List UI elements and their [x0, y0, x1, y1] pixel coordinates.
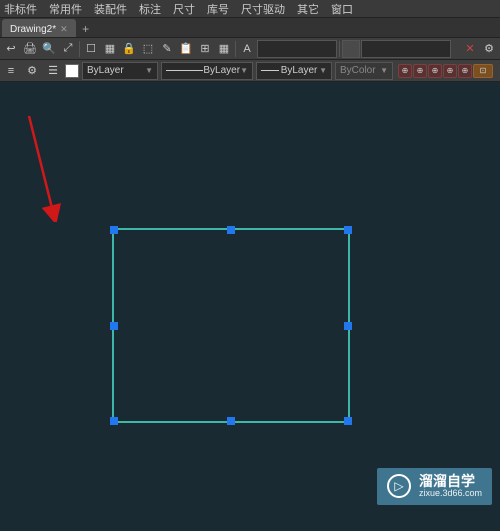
chevron-down-icon: ▼ — [319, 66, 327, 75]
paste-icon[interactable]: 📋 — [177, 40, 195, 58]
menu-item-dimdrive[interactable]: 尺寸驱动 — [241, 1, 285, 17]
watermark-title: 溜溜自学 — [419, 474, 482, 489]
tab-label: Drawing2* — [10, 24, 56, 35]
menu-item-other[interactable]: 其它 — [297, 1, 319, 17]
grip-top-right[interactable] — [344, 226, 352, 234]
add-tab-button[interactable]: + — [78, 21, 94, 37]
layer-states-icon[interactable]: ☰ — [44, 62, 62, 80]
watermark-badge: ▷ 溜溜自学 zixue.3d66.com — [377, 468, 492, 505]
grip-bottom-right[interactable] — [344, 417, 352, 425]
grip-top-mid[interactable] — [227, 226, 235, 234]
grip-mid-right[interactable] — [344, 322, 352, 330]
close-tool-icon[interactable]: ✕ — [461, 40, 479, 58]
menu-item-annotate[interactable]: 标注 — [139, 1, 161, 17]
layout-icon[interactable]: ▦ — [215, 40, 233, 58]
drawing-canvas[interactable]: ▷ 溜溜自学 zixue.3d66.com — [0, 82, 500, 531]
selected-rectangle[interactable] — [112, 228, 350, 423]
layer-dropdown[interactable]: ByLayer ▼ — [82, 62, 158, 80]
layer-props-icon[interactable]: ⚙ — [23, 62, 41, 80]
layer-list-icon[interactable]: ≡ — [2, 62, 20, 80]
text-tool-icon[interactable]: A — [238, 40, 256, 58]
chevron-down-icon: ▼ — [145, 66, 153, 75]
menu-item-window[interactable]: 窗口 — [331, 1, 353, 17]
grip-bottom-mid[interactable] — [227, 417, 235, 425]
select-icon[interactable]: ⬚ — [139, 40, 157, 58]
lock-icon[interactable]: 🔒 — [120, 40, 138, 58]
annotation-arrow — [25, 112, 65, 222]
main-toolbar: ↩ 🖨 🔍 ⤢ ☐ ▦ 🔒 ⬚ ✎ 📋 ⊞ ▦ A ✕ ⚙ — [0, 38, 500, 60]
separator — [235, 41, 236, 57]
table-icon[interactable]: ⊞ — [196, 40, 214, 58]
linetype-dropdown[interactable]: ByLayer ▼ — [161, 62, 253, 80]
grid-icon[interactable]: ▦ — [101, 40, 119, 58]
status-toggle-1[interactable]: ⊕ — [398, 64, 412, 78]
lineweight-preview — [261, 70, 279, 71]
menu-item-library[interactable]: 库号 — [207, 1, 229, 17]
grip-top-left[interactable] — [110, 226, 118, 234]
lineweight-dropdown[interactable]: ByLayer ▼ — [256, 62, 332, 80]
window-icon[interactable]: ☐ — [82, 40, 100, 58]
settings-icon[interactable]: ⚙ — [480, 40, 498, 58]
pan-icon[interactable]: ⤢ — [59, 40, 77, 58]
chevron-down-icon: ▼ — [380, 66, 388, 75]
menu-item-assembly[interactable]: 装配件 — [94, 1, 127, 17]
dim-style-input[interactable] — [361, 40, 451, 58]
status-toggle-2[interactable]: ⊕ — [413, 64, 427, 78]
menu-bar: 非标件 常用件 装配件 标注 尺寸 库号 尺寸驱动 其它 窗口 — [0, 0, 500, 18]
status-toggle-end[interactable]: ⊡ — [473, 64, 493, 78]
separator — [339, 41, 340, 57]
status-toggle-4[interactable]: ⊕ — [443, 64, 457, 78]
print-icon[interactable]: 🖨 — [21, 40, 39, 58]
menu-item-dimension[interactable]: 尺寸 — [173, 1, 195, 17]
grip-mid-left[interactable] — [110, 322, 118, 330]
play-icon: ▷ — [387, 474, 411, 498]
close-icon[interactable]: ✕ — [60, 24, 68, 35]
layer-dropdown-value: ByLayer — [87, 65, 124, 76]
properties-toolbar: ≡ ⚙ ☰ ByLayer ▼ ByLayer ▼ ByLayer ▼ ByCo… — [0, 60, 500, 82]
lineweight-dropdown-value: ByLayer — [281, 65, 318, 76]
text-style-input[interactable] — [257, 40, 337, 58]
status-toggle-group: ⊕ ⊕ ⊕ ⊕ ⊕ ⊡ — [398, 64, 493, 78]
status-toggle-3[interactable]: ⊕ — [428, 64, 442, 78]
undo-icon[interactable]: ↩ — [2, 40, 20, 58]
watermark-url: zixue.3d66.com — [419, 489, 482, 499]
plotstyle-dropdown[interactable]: ByColor ▼ — [335, 62, 393, 80]
zoom-icon[interactable]: 🔍 — [40, 40, 58, 58]
color-picker[interactable] — [342, 40, 360, 58]
layer-color-swatch[interactable] — [65, 64, 79, 78]
menu-item-common[interactable]: 常用件 — [49, 1, 82, 17]
document-tab-active[interactable]: Drawing2* ✕ — [2, 19, 76, 37]
linetype-preview — [166, 70, 203, 71]
linetype-dropdown-value: ByLayer — [203, 65, 240, 76]
plotstyle-dropdown-value: ByColor — [340, 65, 376, 76]
menu-item-nonstd[interactable]: 非标件 — [4, 1, 37, 17]
grip-bottom-left[interactable] — [110, 417, 118, 425]
edit-icon[interactable]: ✎ — [158, 40, 176, 58]
document-tab-bar: Drawing2* ✕ + — [0, 18, 500, 38]
chevron-down-icon: ▼ — [240, 66, 248, 75]
separator — [79, 41, 80, 57]
status-toggle-5[interactable]: ⊕ — [458, 64, 472, 78]
